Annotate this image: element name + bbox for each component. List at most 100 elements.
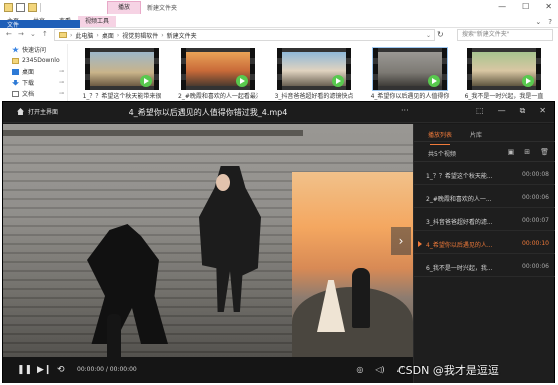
video-thumbnail	[467, 48, 541, 90]
breadcrumb-new-folder[interactable]: 新建文件夹	[167, 31, 197, 40]
playlist-list: 1_？？希望这个秋天能... 00:00:08 2_#晚霞和喜欢的人一... 0…	[414, 162, 555, 277]
play-icon	[140, 75, 152, 87]
file-item[interactable]: 6_我不是一时兴起，我是一直	[464, 48, 544, 100]
playlist-item-playing[interactable]: 4_希望你以后遇见的人... 00:00:10	[414, 231, 555, 254]
nav-item-label: 下载	[22, 80, 35, 87]
playlist-header: 共5个视频 ▣ ⊞ 🗑	[414, 142, 555, 162]
playlist-item[interactable]: 3_抖音爸爸超好看的滤... 00:00:07	[414, 208, 555, 231]
file-item[interactable]: 2_#晚霞和喜欢的人一起看最浪	[178, 48, 258, 100]
search-input[interactable]: 搜索"新建文件夹"	[457, 29, 553, 41]
playlist-item-name: 1_？？希望这个秋天能...	[426, 173, 493, 180]
pin-icon: ⊸	[58, 90, 64, 97]
playlist-item-name: 2_#晚霞和喜欢的人一...	[426, 196, 492, 203]
play-icon	[522, 75, 534, 87]
minimize-button[interactable]: —	[498, 106, 506, 116]
context-tab-play[interactable]: 播放	[107, 1, 141, 14]
nav-item-documents[interactable]: 文档 ⊸	[0, 88, 67, 99]
back-button[interactable]: ←	[6, 30, 12, 38]
groom-figure	[352, 268, 370, 328]
file-item[interactable]: 4_希望你以后遇见的人值得你	[370, 47, 450, 100]
next-video-arrow-button[interactable]: ›	[391, 227, 411, 255]
playlist-item-name: 4_希望你以后遇见的人...	[426, 242, 493, 249]
play-icon	[428, 75, 440, 87]
playlist-actions: ▣ ⊞ 🗑	[508, 148, 549, 156]
now-playing-icon	[418, 241, 422, 247]
close-button[interactable]: ✕	[545, 2, 552, 11]
chevron-right-icon: ›	[161, 31, 164, 39]
restore-button[interactable]: ⧉	[520, 106, 526, 116]
folder-icon[interactable]	[4, 3, 13, 12]
tab-library[interactable]: 片库	[470, 130, 482, 139]
maximize-button[interactable]: ☐	[522, 2, 529, 11]
file-item[interactable]: 3_抖音爸爸超好看的滤镜快点	[274, 48, 354, 100]
sunset-couple-inset	[292, 172, 413, 357]
nav-item-quick-access[interactable]: 快速访问	[0, 44, 67, 55]
loop-button[interactable]: ⟲	[57, 365, 65, 375]
up-button[interactable]: ↑	[42, 30, 48, 38]
video-thumbnail	[85, 48, 159, 90]
folder-icon	[59, 32, 67, 38]
file-item[interactable]: 1_？？希望这个秋天能带来很	[82, 48, 162, 100]
new-folder-icon[interactable]	[28, 3, 37, 12]
ribbon-tabs: 文件 主页 共享 查看 视频工具 ⌄ ?	[0, 16, 558, 32]
folder-icon	[12, 57, 19, 64]
navigation-pane: 快速访问 2345Downlo 桌面 ⊸ 下载 ⊸ 文档 ⊸	[0, 44, 68, 101]
recent-locations-button[interactable]: ⌄	[30, 30, 36, 38]
playlist-item-duration: 00:00:08	[522, 171, 549, 178]
playlist-tabs: 播放列表 片库	[414, 124, 555, 145]
nav-item-label: 快速访问	[22, 47, 47, 54]
nav-item-2345downloads[interactable]: 2345Downlo	[0, 55, 67, 66]
chevron-down-icon[interactable]: ⌄	[426, 32, 434, 39]
watermark: CSDN @我才是逗逗	[398, 364, 499, 377]
properties-icon[interactable]	[16, 3, 25, 12]
chevron-right-icon: ›	[96, 31, 99, 39]
breadcrumb-desktop[interactable]: 桌面	[102, 31, 114, 40]
refresh-icon[interactable]: ↻	[437, 30, 444, 39]
mini-mode-button[interactable]: ⬚	[476, 106, 484, 116]
breadcrumb-video-editor[interactable]: 视觉剪辑软件	[122, 31, 158, 40]
window-controls: — ☐ ✕	[498, 2, 552, 11]
video-thumbnail	[372, 47, 448, 91]
woman-face	[216, 174, 230, 191]
playlist-item-duration: 00:00:10	[522, 240, 549, 247]
minimize-button[interactable]: —	[498, 2, 506, 11]
playlist-item-duration: 00:00:06	[522, 263, 549, 270]
file-name: 6_我不是一时兴起，我是一直	[464, 93, 544, 100]
volume-icon[interactable]: ◁)	[375, 365, 384, 375]
playlist-item-duration: 00:00:07	[522, 217, 549, 224]
add-folder-icon[interactable]: ⊞	[524, 148, 530, 156]
forward-button[interactable]: →	[18, 30, 24, 38]
playlist-item[interactable]: 2_#晚霞和喜欢的人一... 00:00:06	[414, 185, 555, 208]
expand-ribbon-icon[interactable]: ⌄	[535, 16, 541, 27]
nav-item-label: 桌面	[22, 69, 35, 76]
video-thumbnail	[277, 48, 351, 90]
controls-right: ◎ ◁) ⤢	[356, 365, 403, 375]
add-file-icon[interactable]: ▣	[508, 148, 515, 156]
close-button[interactable]: ✕	[539, 106, 546, 116]
playlist-item[interactable]: 1_？？希望这个秋天能... 00:00:08	[414, 162, 555, 185]
next-button[interactable]: ▶❙	[37, 365, 51, 375]
nav-item-downloads[interactable]: 下载 ⊸	[0, 77, 67, 88]
file-name: 1_？？希望这个秋天能带来很	[82, 93, 162, 100]
more-icon[interactable]: ···	[401, 106, 409, 115]
player-window-controls: ⬚ — ⧉ ✕	[476, 106, 546, 116]
playlist-item[interactable]: 6_我不是一时兴起，我... 00:00:06	[414, 254, 555, 277]
desktop-icon	[12, 68, 19, 75]
pause-button[interactable]: ❚❚	[17, 365, 32, 375]
tab-playlist[interactable]: 播放列表	[428, 130, 452, 145]
help-icon[interactable]: ?	[548, 16, 552, 27]
playlist-panel: 播放列表 片库 共5个视频 ▣ ⊞ 🗑 1_？？希望这个秋天能... 00:00…	[413, 124, 555, 383]
tab-video-tools[interactable]: 视频工具	[78, 16, 117, 27]
chevron-right-icon: ›	[116, 31, 120, 39]
address-bar[interactable]: › 此电脑 › 桌面 › 视觉剪辑软件 › 新建文件夹 ⌄	[54, 29, 435, 41]
video-thumbnail	[181, 48, 255, 90]
file-name: 3_抖音爸爸超好看的滤镜快点	[274, 93, 354, 100]
settings-icon[interactable]: ◎	[356, 365, 363, 375]
breadcrumb-this-pc[interactable]: 此电脑	[75, 31, 93, 40]
chevron-right-icon: ›	[70, 31, 73, 39]
window-title: 新建文件夹	[147, 5, 178, 12]
video-frame[interactable]: ›	[3, 124, 413, 357]
nav-item-desktop[interactable]: 桌面 ⊸	[0, 66, 67, 77]
time-display: 00:00:00 / 00:00:00	[77, 366, 137, 373]
delete-icon[interactable]: 🗑	[540, 148, 549, 156]
